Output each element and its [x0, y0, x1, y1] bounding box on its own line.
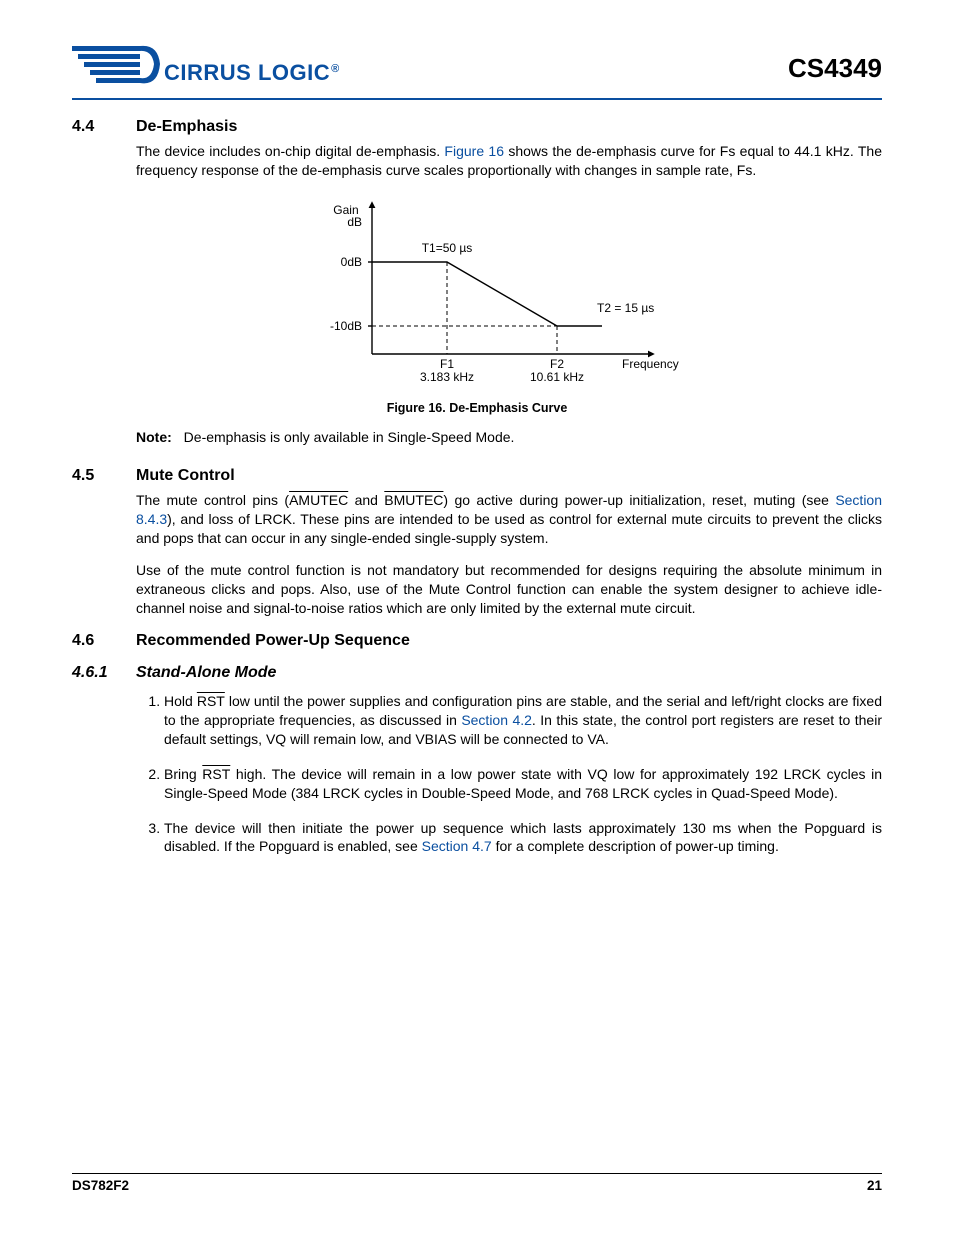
subsection-num: 4.6.1	[72, 664, 136, 682]
step-2: Bring RST high. The device will remain i…	[164, 765, 882, 803]
x-tick-f2-name: F2	[550, 357, 564, 371]
bmutec-signal: BMUTEC	[384, 491, 443, 510]
t2-annotation: T2 = 15 µs	[597, 301, 654, 315]
svg-text:CIRRUS LOGIC®: CIRRUS LOGIC®	[164, 60, 340, 85]
section-num: 4.5	[72, 467, 136, 485]
section-4-6-1-heading: 4.6.1 Stand-Alone Mode	[72, 664, 882, 682]
section-4-4-para1: The device includes on-chip digital de-e…	[136, 142, 882, 180]
section-title: Recommended Power-Up Sequence	[136, 632, 410, 650]
section-title: De-Emphasis	[136, 118, 237, 136]
step-3: The device will then initiate the power …	[164, 819, 882, 857]
t1-annotation: T1=50 µs	[422, 241, 473, 255]
doc-number: DS782F2	[72, 1178, 129, 1193]
y-tick-neg10db: -10dB	[330, 319, 362, 333]
deemphasis-chart: Gain dB 0dB -10dB T1=50 µs T2 = 15 µs F1…	[262, 194, 692, 394]
brand-logo: CIRRUS LOGIC®	[72, 40, 342, 96]
registered-mark: ®	[331, 63, 340, 75]
x-tick-f1-name: F1	[440, 357, 454, 371]
section-title: Mute Control	[136, 467, 235, 485]
x-tick-f1-val: 3.183 kHz	[420, 370, 474, 384]
note-text: De-emphasis is only available in Single-…	[184, 429, 515, 445]
section-4-5-heading: 4.5 Mute Control	[72, 467, 882, 485]
amutec-signal: AMUTEC	[289, 491, 348, 510]
figure-16-link[interactable]: Figure 16	[444, 143, 504, 159]
section-42-link[interactable]: Section 4.2	[461, 712, 532, 728]
subsection-title: Stand-Alone Mode	[136, 664, 276, 682]
page: CIRRUS LOGIC® CS4349 4.4 De-Emphasis The…	[0, 0, 954, 1235]
y-tick-0db: 0dB	[341, 255, 362, 269]
section-4-6-heading: 4.6 Recommended Power-Up Sequence	[72, 632, 882, 650]
rst-signal: RST	[197, 692, 225, 711]
section-4-4-heading: 4.4 De-Emphasis	[72, 118, 882, 136]
section-num: 4.4	[72, 118, 136, 136]
standalone-steps: Hold RST low until the power supplies an…	[136, 692, 882, 856]
section-4-4-note: Note: De-emphasis is only available in S…	[136, 429, 882, 445]
section-4-5-para1: The mute control pins (AMUTEC and BMUTEC…	[136, 491, 882, 548]
cirrus-logic-logo-icon: CIRRUS LOGIC®	[72, 40, 342, 96]
figure-16-caption: Figure 16. De-Emphasis Curve	[72, 401, 882, 415]
page-header: CIRRUS LOGIC® CS4349	[72, 40, 882, 100]
page-footer: DS782F2 21	[72, 1173, 882, 1193]
section-47-link[interactable]: Section 4.7	[422, 838, 492, 854]
brand-text: CIRRUS LOGIC	[164, 60, 330, 85]
section-4-5-para2: Use of the mute control function is not …	[136, 561, 882, 618]
x-axis-label: Frequency	[622, 357, 679, 371]
step-1: Hold RST low until the power supplies an…	[164, 692, 882, 749]
page-number: 21	[867, 1178, 882, 1193]
y-axis-label: Gain dB	[333, 203, 362, 229]
figure-16: Gain dB 0dB -10dB T1=50 µs T2 = 15 µs F1…	[72, 194, 882, 415]
x-tick-f2-val: 10.61 kHz	[530, 370, 584, 384]
note-label: Note:	[136, 429, 180, 445]
part-number: CS4349	[788, 53, 882, 84]
rst-signal: RST	[202, 765, 230, 784]
section-num: 4.6	[72, 632, 136, 650]
